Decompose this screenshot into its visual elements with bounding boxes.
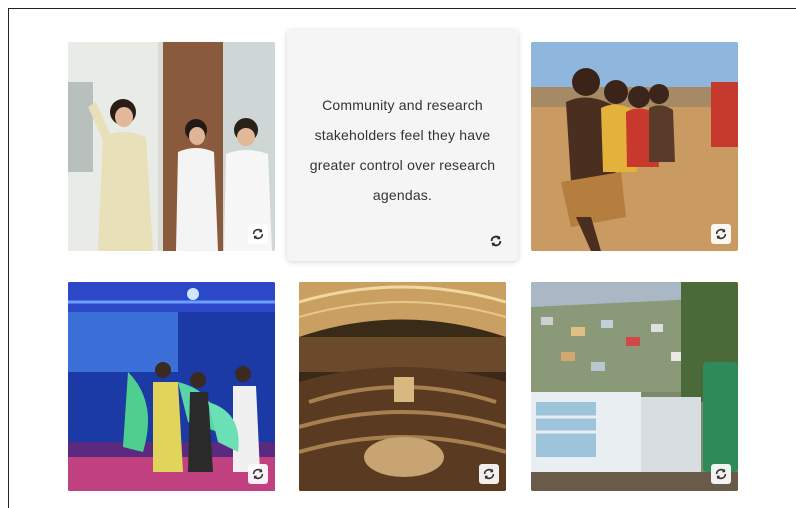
featured-text-card[interactable]: Community and research stakeholders feel… bbox=[287, 30, 518, 261]
flip-button[interactable] bbox=[711, 464, 731, 484]
photo-card-children[interactable] bbox=[531, 42, 738, 251]
flip-arrows-icon bbox=[252, 228, 264, 240]
flip-button[interactable] bbox=[248, 224, 268, 244]
photo-card-stage[interactable] bbox=[68, 282, 275, 491]
stage-photo bbox=[68, 282, 275, 491]
flip-button[interactable] bbox=[711, 224, 731, 244]
card-quote-text: Community and research stakeholders feel… bbox=[309, 97, 496, 203]
flip-arrows-icon bbox=[252, 468, 264, 480]
flip-arrows-icon bbox=[715, 468, 727, 480]
children-photo bbox=[531, 42, 738, 251]
lab-photo bbox=[68, 42, 275, 251]
assembly-hall-photo bbox=[299, 282, 506, 491]
flip-arrows-icon bbox=[483, 468, 495, 480]
settlement-photo bbox=[531, 282, 738, 491]
flip-button[interactable] bbox=[248, 464, 268, 484]
flip-arrows-icon bbox=[490, 235, 502, 247]
flip-button[interactable] bbox=[486, 231, 506, 251]
flip-button[interactable] bbox=[479, 464, 499, 484]
photo-card-assembly-hall[interactable] bbox=[299, 282, 506, 491]
flip-arrows-icon bbox=[715, 228, 727, 240]
photo-card-settlement[interactable] bbox=[531, 282, 738, 491]
photo-card-lab[interactable] bbox=[68, 42, 275, 251]
